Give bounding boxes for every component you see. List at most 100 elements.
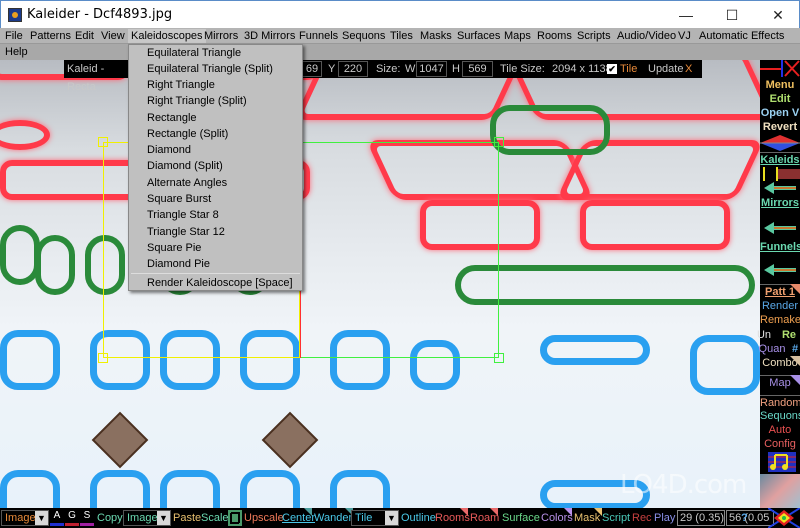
watermark: LO4D.com — [620, 470, 747, 500]
help-button[interactable]: ? — [741, 511, 748, 525]
config-button[interactable]: Config — [760, 437, 800, 451]
menu-rooms[interactable]: Rooms — [534, 29, 575, 43]
menu-option-right-triangle[interactable]: Right Triangle — [147, 77, 215, 93]
update-button[interactable]: Update — [648, 60, 683, 78]
menu-sequons[interactable]: Sequons — [339, 29, 388, 43]
random-button[interactable]: Random — [760, 395, 800, 410]
menu-surfaces[interactable]: Surfaces — [454, 29, 503, 43]
menu-kaleidoscopes[interactable]: Kaleidoscopes — [128, 29, 206, 43]
remake-button[interactable]: Remake — [760, 313, 800, 327]
menu-audio-video[interactable]: Audio/Video — [614, 29, 679, 43]
menu-file[interactable]: File — [2, 29, 26, 43]
record-button[interactable]: Rec — [632, 511, 652, 525]
hash-button[interactable]: # — [790, 342, 800, 356]
menu-3d-mirrors[interactable]: 3D Mirrors — [241, 29, 298, 43]
selection-handle[interactable] — [98, 137, 108, 147]
h-field[interactable]: 569 — [462, 61, 493, 77]
menu-edit[interactable]: Edit — [72, 29, 97, 43]
mirrors-button[interactable]: Mirrors — [760, 196, 800, 210]
tile-mode-select[interactable]: Tile ▼ — [351, 510, 399, 526]
menu-option-diamond[interactable]: Diamond — [147, 142, 191, 158]
source-select[interactable]: Image ▼ — [1, 510, 49, 526]
open-video-button[interactable]: Open V — [760, 106, 800, 120]
menu-automatic-effects[interactable]: Automatic Effects — [696, 29, 787, 43]
s-button[interactable]: S — [80, 510, 94, 526]
minimize-button[interactable]: — — [663, 1, 709, 29]
selection-handle[interactable] — [98, 353, 108, 363]
menu-scripts[interactable]: Scripts — [574, 29, 614, 43]
kaleidoscope-logo-icon[interactable] — [768, 508, 800, 528]
destination-select[interactable]: Image ▼ — [123, 510, 171, 526]
menu-tiles[interactable]: Tiles — [387, 29, 416, 43]
selection-handle[interactable] — [494, 137, 504, 147]
menu-maps[interactable]: Maps — [501, 29, 534, 43]
expand-arrows-icon[interactable] — [760, 135, 800, 151]
close-button[interactable]: ✕ — [755, 1, 800, 29]
menu-option-square-pie[interactable]: Square Pie — [147, 240, 201, 256]
upscale-button[interactable]: Upscale — [244, 511, 284, 525]
selection-handle[interactable] — [494, 353, 504, 363]
menu-option-triangle-star-8[interactable]: Triangle Star 8 — [147, 207, 219, 223]
video-thumbnail[interactable] — [760, 474, 800, 508]
render-button[interactable]: Render — [760, 299, 800, 313]
menu-option-alternate-angles[interactable]: Alternate Angles — [147, 175, 227, 191]
left-arrow-icon[interactable] — [764, 264, 796, 276]
outline-button[interactable]: Outline — [401, 511, 436, 525]
menu-option-rectangle[interactable]: Rectangle — [147, 110, 197, 126]
tile-checkbox-label[interactable]: Tile — [620, 60, 637, 78]
menu-option-right-triangle-split[interactable]: Right Triangle (Split) — [147, 93, 247, 109]
menu-option-square-burst[interactable]: Square Burst — [147, 191, 211, 207]
menu-view[interactable]: View — [98, 29, 128, 43]
menu-mirrors[interactable]: Mirrors — [201, 29, 241, 43]
music-icon[interactable] — [768, 452, 796, 472]
menu-option-rectangle-split[interactable]: Rectangle (Split) — [147, 126, 228, 142]
menu-option-diamond-split[interactable]: Diamond (Split) — [147, 158, 223, 174]
bottom-toolbar: Image ▼ A G S Copy Image ▼ Paste Scale U… — [0, 508, 800, 528]
scale-button[interactable]: Scale — [201, 511, 229, 525]
menu-vj[interactable]: VJ — [675, 29, 694, 43]
menu-option-triangle-star-12[interactable]: Triangle Star 12 — [147, 224, 225, 240]
selection-rect-green[interactable] — [300, 142, 499, 358]
redo-button[interactable]: Re — [778, 328, 800, 342]
quantity-button[interactable]: Quan — [754, 342, 790, 356]
menu-button[interactable]: Menu — [760, 78, 800, 92]
sequons-button[interactable]: Sequons — [760, 409, 800, 423]
copy-button[interactable]: Copy — [97, 511, 123, 525]
menu-option-render-kaleidoscope[interactable]: Render Kaleidoscope [Space] — [147, 275, 293, 291]
play-button[interactable]: Play — [654, 511, 675, 525]
menu-masks[interactable]: Masks — [417, 29, 455, 43]
image-canvas[interactable] — [0, 60, 760, 508]
script-button[interactable]: Script — [602, 511, 630, 525]
maximize-button[interactable]: ☐ — [709, 1, 755, 29]
auto-button[interactable]: Auto — [760, 423, 800, 437]
surface-button[interactable]: Surface — [502, 511, 540, 525]
menu-option-equilateral-triangle-split[interactable]: Equilateral Triangle (Split) — [147, 61, 273, 77]
close-info-button[interactable]: X — [685, 60, 692, 78]
window-title: Kaleider - Dcf4893.jpg — [27, 7, 173, 22]
edit-button[interactable]: Edit — [760, 92, 800, 106]
funnels-button[interactable]: Funnels — [760, 240, 800, 254]
neon-shape — [580, 200, 730, 250]
menu-option-diamond-pie[interactable]: Diamond Pie — [147, 256, 210, 272]
tile-checkbox[interactable]: ✔ — [607, 64, 617, 74]
a-button[interactable]: A — [50, 510, 64, 526]
left-arrow-icon[interactable] — [764, 222, 796, 234]
corner-marker — [594, 508, 602, 516]
menu-option-equilateral-triangle[interactable]: Equilateral Triangle — [147, 45, 241, 61]
undo-button[interactable]: Un — [752, 328, 776, 342]
revert-button[interactable]: Revert — [760, 120, 800, 134]
y-field[interactable]: 220 — [338, 61, 368, 77]
w-field[interactable]: 1047 — [416, 61, 447, 77]
menu-bar: File Patterns Edit View Kaleidoscopes Mi… — [0, 28, 800, 44]
menu-funnels[interactable]: Funnels — [296, 29, 341, 43]
close-panel-icon[interactable] — [760, 60, 800, 77]
menu-help[interactable]: Help — [2, 45, 31, 59]
swap-icon[interactable] — [228, 510, 242, 526]
kaleid-preview[interactable] — [760, 167, 800, 181]
menu-patterns[interactable]: Patterns — [27, 29, 74, 43]
paste-button[interactable]: Paste — [173, 511, 201, 525]
kaleids-button[interactable]: Kaleids — [760, 152, 800, 167]
g-button[interactable]: G — [65, 510, 79, 526]
x-field[interactable]: 69 — [302, 61, 322, 77]
left-arrow-icon[interactable] — [764, 182, 796, 194]
